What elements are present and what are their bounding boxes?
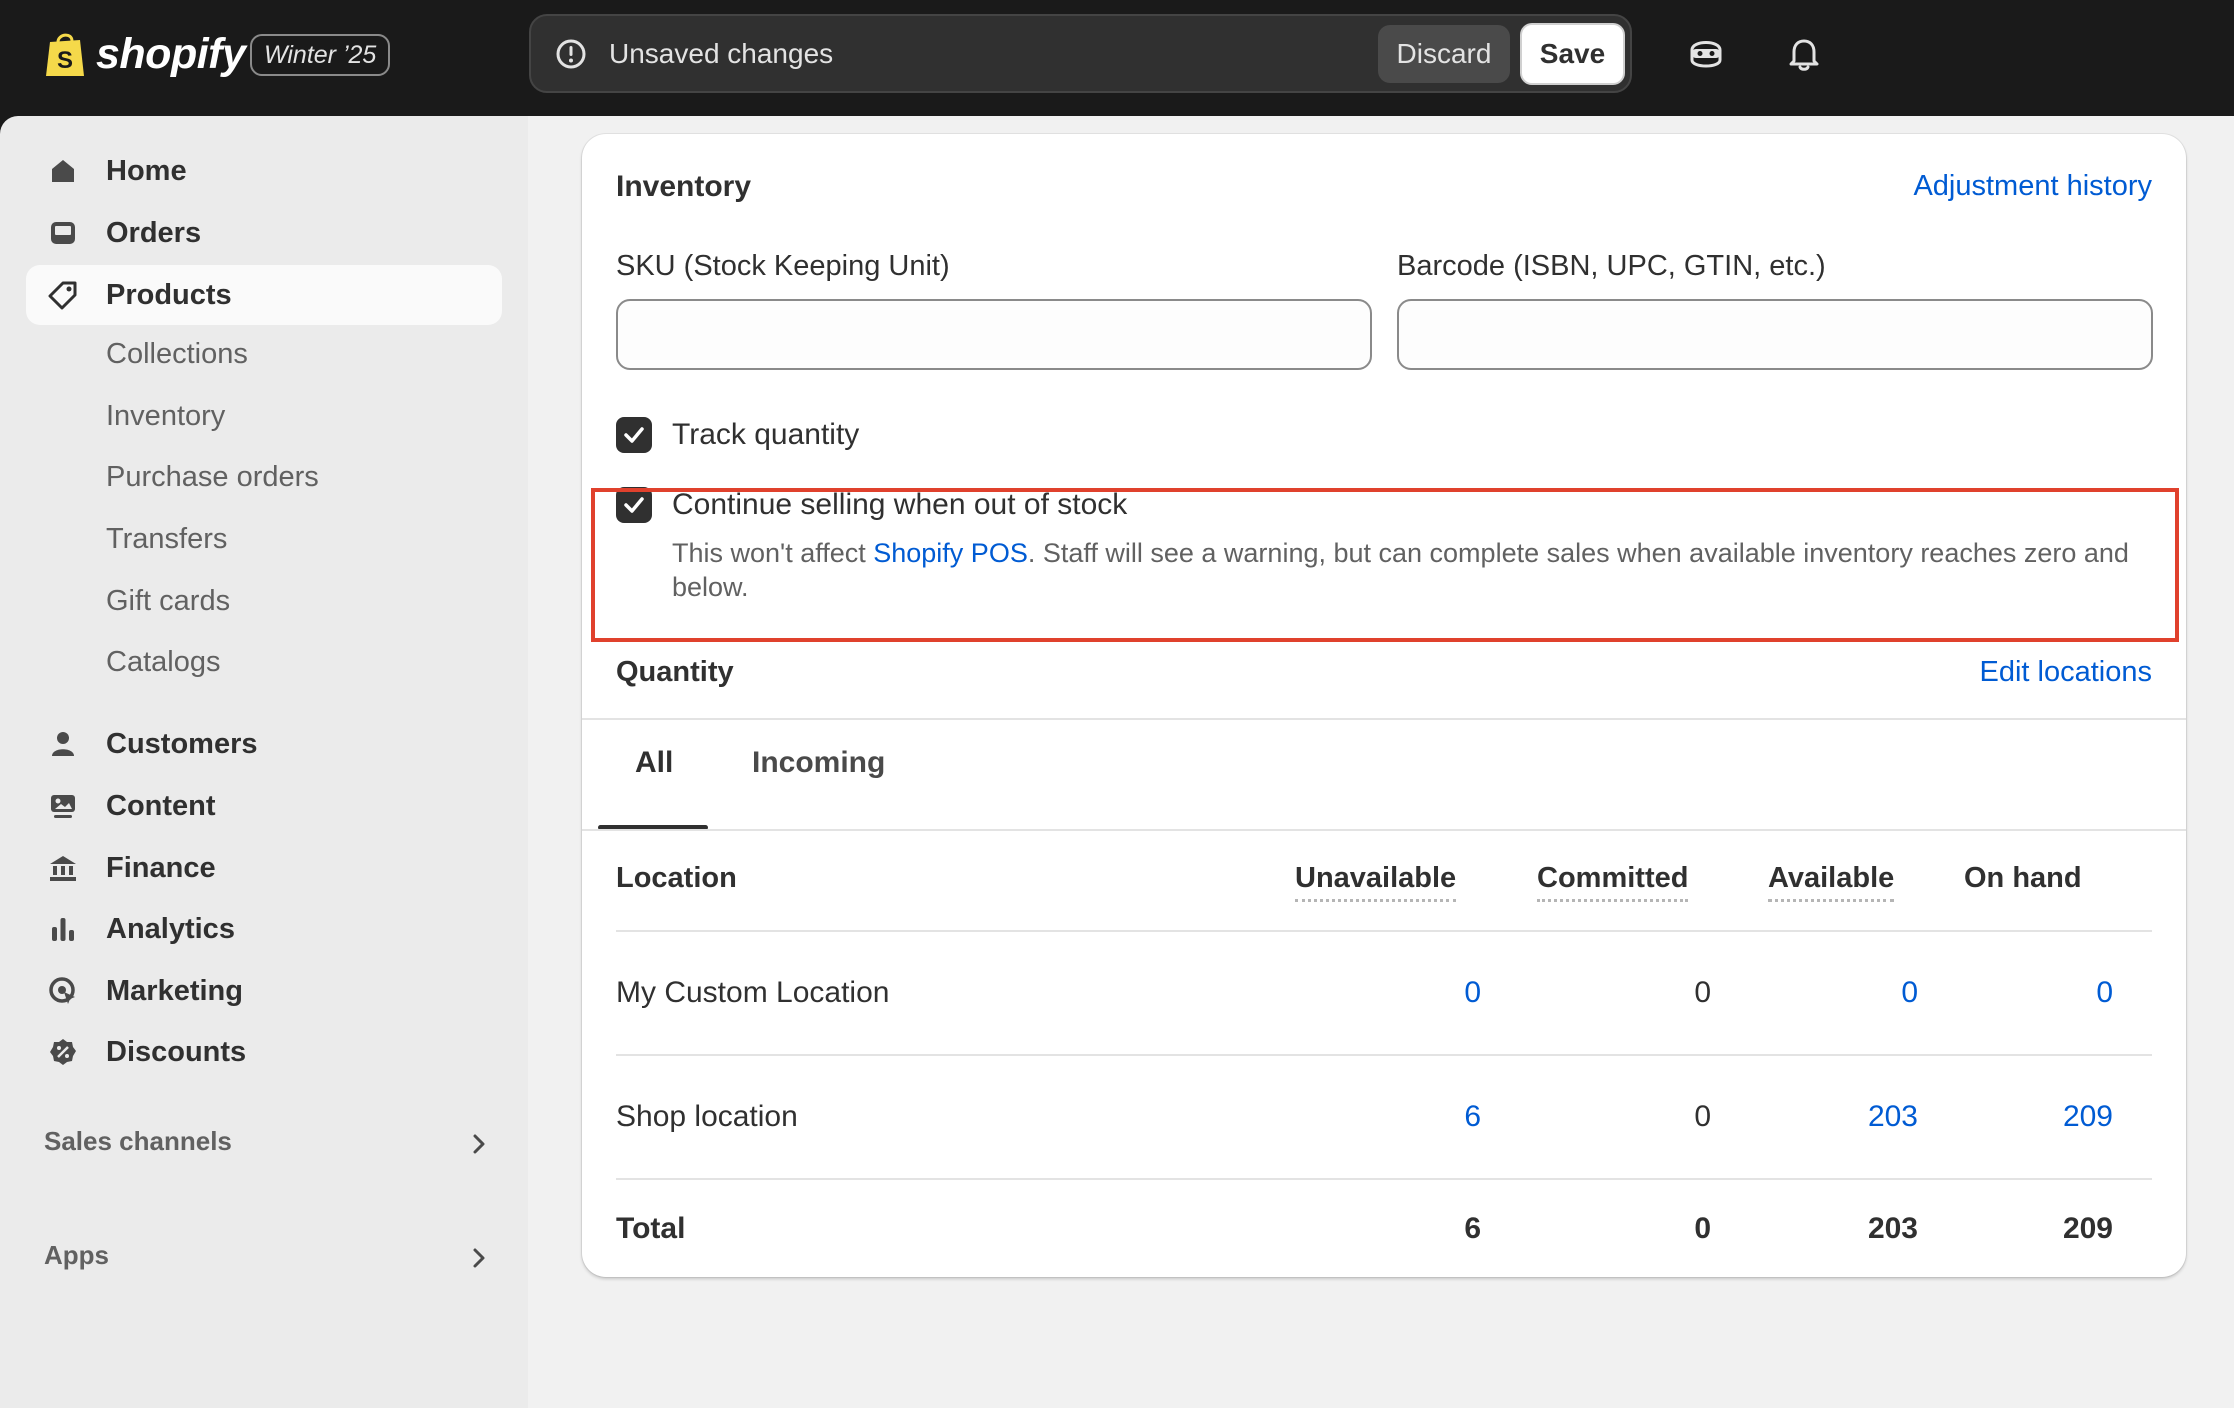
column-header-committed[interactable]: Committed [1537, 862, 1689, 902]
inventory-title: Inventory [616, 170, 752, 203]
sidebar-item-label: Products [106, 278, 232, 311]
save-button[interactable]: Save [1520, 23, 1625, 85]
sidebar-item-orders[interactable]: Orders [26, 203, 502, 263]
total-committed: 0 [1694, 1212, 1711, 1245]
barcode-input[interactable] [1397, 299, 2153, 370]
track-quantity-label[interactable]: Track quantity [672, 418, 859, 452]
sidebar-item-analytics[interactable]: Analytics [26, 899, 502, 959]
adjustment-history-link[interactable]: Adjustment history [1913, 170, 2152, 203]
divider [582, 829, 2186, 831]
column-header-unavailable[interactable]: Unavailable [1295, 862, 1457, 902]
image-icon [51, 795, 75, 818]
committed-value: 0 [1694, 1100, 1711, 1133]
apps-heading[interactable]: Apps [44, 1240, 109, 1271]
inbox-icon [51, 222, 75, 244]
sku-label: SKU (Stock Keeping Unit) [616, 250, 950, 282]
sales-channels-heading[interactable]: Sales channels [44, 1126, 232, 1157]
unavailable-value[interactable]: 0 [1361, 976, 1481, 1010]
quantity-title: Quantity [616, 656, 734, 688]
available-value[interactable]: 203 [1798, 1100, 1918, 1134]
target-icon [49, 977, 75, 1004]
contextual-save-bar: Unsaved changes Discard Save [529, 14, 1632, 93]
sidebar-item-discounts[interactable]: Discounts [26, 1022, 502, 1082]
bank-icon [50, 856, 76, 881]
unavailable-value[interactable]: 6 [1361, 1100, 1481, 1134]
sidebar-subitem-collections[interactable]: Collections [106, 338, 248, 371]
shopping-bag-icon: S [46, 33, 84, 76]
divider [582, 718, 2186, 720]
row-divider [616, 930, 2152, 932]
tab-all[interactable]: All [635, 746, 673, 780]
unsaved-changes-message: Unsaved changes [609, 38, 834, 69]
tag-icon [48, 281, 77, 310]
sidebar-item-finance[interactable]: Finance [26, 838, 502, 898]
available-value[interactable]: 0 [1798, 976, 1918, 1010]
highlight-box [591, 488, 2179, 642]
top-bar: S shopify Winter ’25 Unsaved changes Dis… [0, 0, 2234, 116]
sidebar-item-products[interactable]: Products [26, 265, 502, 325]
sidebar-item-label: Orders [106, 216, 202, 249]
edit-locations-link[interactable]: Edit locations [1980, 656, 2153, 689]
sidebar-item-content[interactable]: Content [26, 776, 502, 836]
track-quantity-checkbox[interactable] [616, 417, 652, 453]
sidebar-subitem-catalogs[interactable]: Catalogs [106, 646, 220, 679]
total-label: Total [616, 1212, 686, 1245]
sidebar-item-label: Analytics [106, 912, 235, 945]
on-hand-value[interactable]: 209 [1993, 1100, 2113, 1134]
total-available: 203 [1867, 1212, 1918, 1245]
chevron-right-icon[interactable] [466, 1245, 492, 1271]
row-divider [616, 1054, 2152, 1056]
sidebar-subitem-purchase-orders[interactable]: Purchase orders [106, 461, 319, 494]
committed-value: 0 [1694, 976, 1711, 1009]
location-name: My Custom Location [616, 976, 890, 1009]
alert-circle-icon [556, 39, 586, 69]
bar-chart-icon [52, 918, 74, 941]
total-on-hand: 209 [2062, 1212, 2113, 1245]
column-header-on-hand: On hand [1964, 862, 2082, 894]
chevron-right-icon[interactable] [466, 1131, 492, 1157]
sidebar-subitem-inventory[interactable]: Inventory [106, 400, 225, 433]
sidebar-subitem-transfers[interactable]: Transfers [106, 523, 227, 556]
sku-input[interactable] [616, 299, 1372, 370]
sidebar-item-label: Marketing [106, 974, 243, 1007]
tab-incoming[interactable]: Incoming [752, 746, 885, 780]
sidebar-item-marketing[interactable]: Marketing [26, 961, 502, 1021]
discard-button[interactable]: Discard [1378, 25, 1510, 83]
location-name: Shop location [616, 1100, 798, 1133]
sidebar-item-label: Customers [106, 727, 258, 760]
sidebar-item-label: Finance [106, 851, 216, 884]
sidebar-item-label: Content [106, 789, 216, 822]
svg-text:S: S [57, 47, 73, 74]
bell-icon[interactable] [1784, 34, 1824, 74]
logo-wordmark: shopify [96, 29, 246, 78]
home-icon [52, 160, 74, 182]
discount-icon [50, 1039, 76, 1065]
column-header-available[interactable]: Available [1768, 862, 1895, 902]
total-unavailable: 6 [1464, 1212, 1481, 1245]
main-content: Inventory Adjustment history SKU (Stock … [528, 116, 2234, 1408]
sidekick-icon[interactable] [1686, 34, 1726, 74]
sidebar-item-home[interactable]: Home [26, 141, 502, 201]
sidebar-item-label: Discounts [106, 1035, 247, 1068]
sidebar-item-customers[interactable]: Customers [26, 714, 502, 774]
barcode-label: Barcode (ISBN, UPC, GTIN, etc.) [1397, 250, 1826, 282]
inventory-card: Inventory Adjustment history SKU (Stock … [582, 134, 2186, 1277]
shopify-logo[interactable]: S shopify [44, 28, 246, 80]
sidebar-subitem-gift-cards[interactable]: Gift cards [106, 585, 230, 618]
checkmark-icon [624, 427, 644, 443]
sidebar-nav: Home Orders Products Collections Invento… [0, 116, 528, 1408]
on-hand-value[interactable]: 0 [1993, 976, 2113, 1010]
person-icon [52, 732, 74, 756]
column-header-location: Location [616, 862, 737, 894]
sidebar-item-label: Home [106, 154, 187, 187]
edition-badge[interactable]: Winter ’25 [250, 34, 391, 76]
row-divider [616, 1178, 2152, 1180]
